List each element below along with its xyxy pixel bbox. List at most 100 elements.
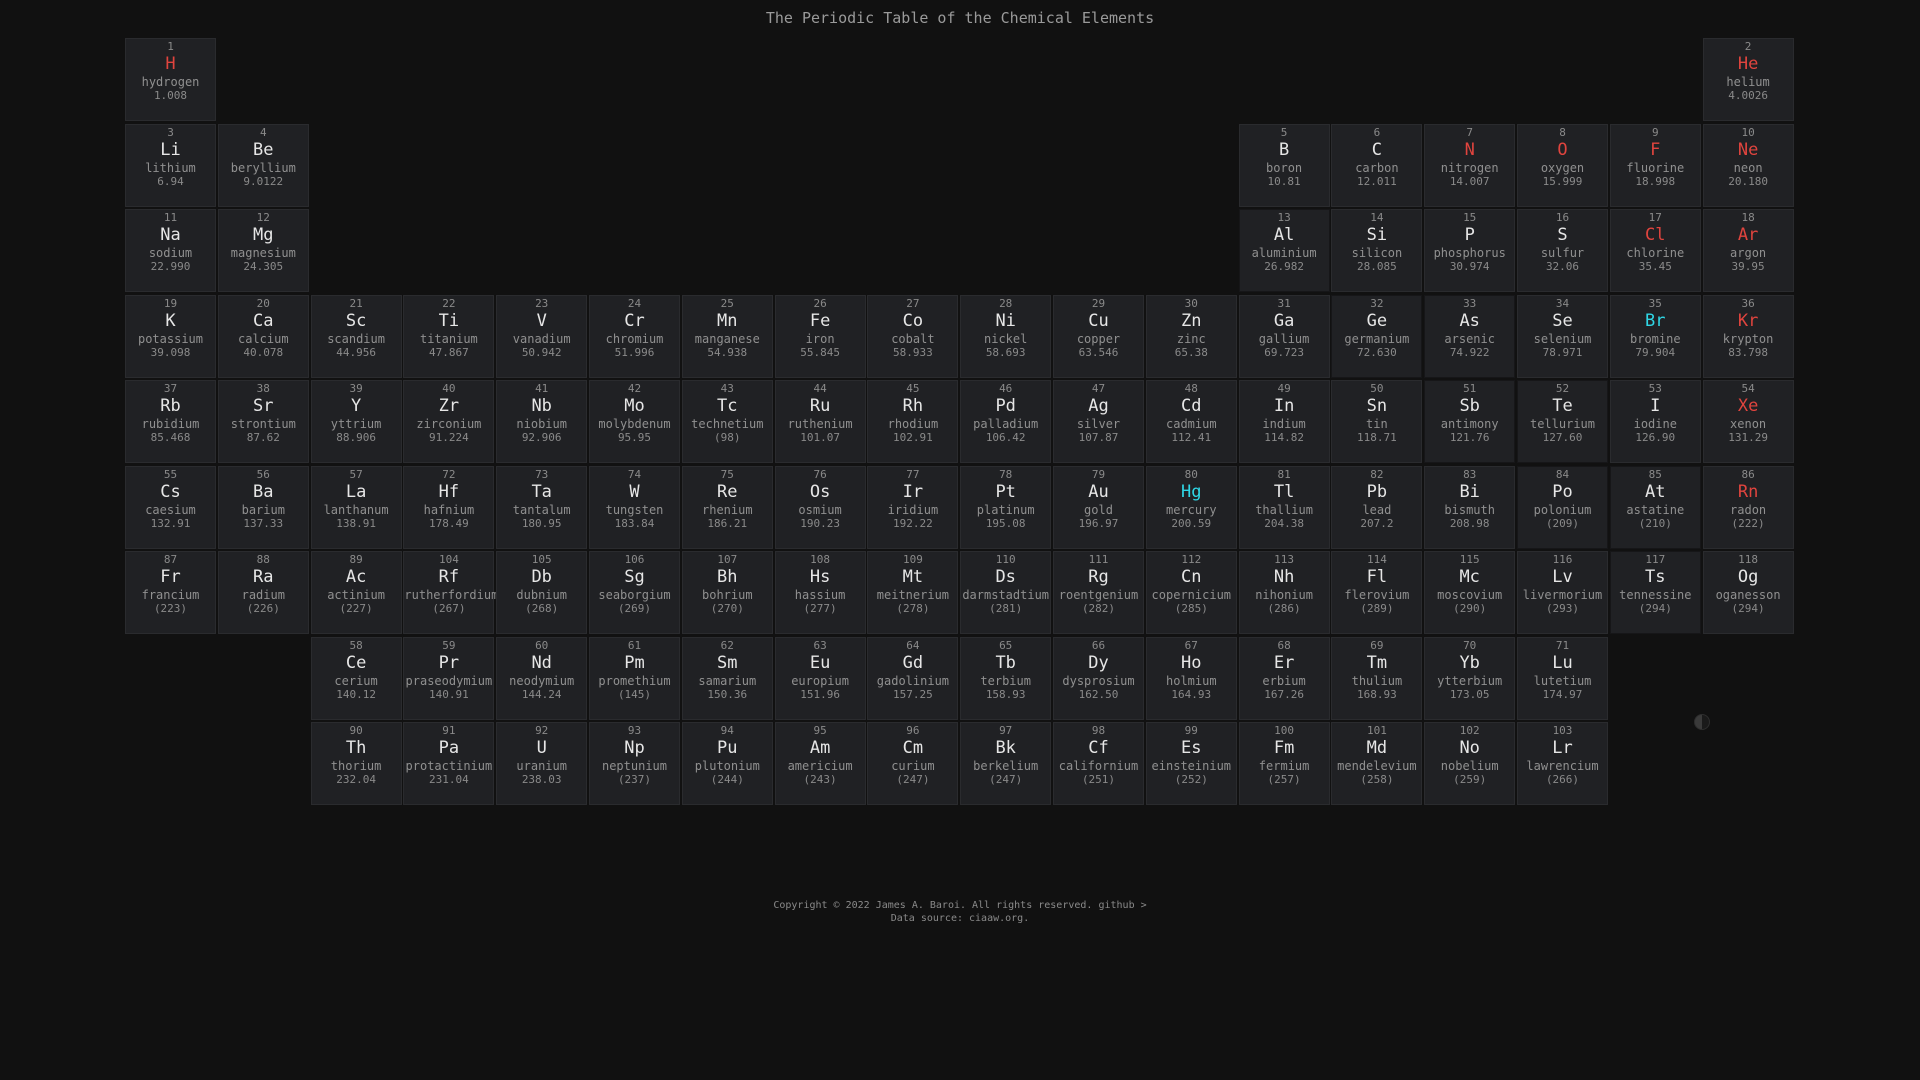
element-cell-tantalum[interactable]: 73 Ta tantalum 180.95 [496, 465, 588, 549]
element-cell-nihonium[interactable]: 113 Nh nihonium (286) [1238, 551, 1330, 634]
theme-toggle-icon[interactable] [1694, 714, 1710, 730]
element-cell-rhenium[interactable]: 75 Re rhenium 186.21 [681, 465, 773, 549]
element-cell-mercury[interactable]: 80 Hg mercury 200.59 [1145, 465, 1237, 549]
element-cell-bismuth[interactable]: 83 Bi bismuth 208.98 [1424, 465, 1516, 549]
element-cell-carbon[interactable]: 6 Ccarbon 12.011 [1331, 123, 1423, 207]
element-cell-flerovium[interactable]: 114 Fl flerovium (289) [1331, 551, 1423, 634]
element-cell-iridium[interactable]: 77 Ir iridium 192.22 [867, 465, 959, 549]
element-cell-yttrium[interactable]: 39 Yyttrium 88.906 [310, 380, 402, 463]
element-cell-lanthanum[interactable]: 57 La lanthanum 138.91 [310, 465, 402, 549]
element-cell-fermium[interactable]: 100 Fm fermium (257) [1238, 722, 1330, 805]
element-cell-livermorium[interactable]: 116 Lv livermorium (293) [1517, 551, 1608, 634]
element-cell-boron[interactable]: 5 Bboron 10.81 [1238, 123, 1330, 207]
element-cell-neodymium[interactable]: 60 Nd neodymium 144.24 [496, 636, 588, 720]
element-cell-protactinium[interactable]: 91 Pa protactinium 231.04 [403, 722, 495, 805]
element-cell-molybdenum[interactable]: 42 Mo molybdenum 95.95 [589, 380, 680, 463]
element-cell-strontium[interactable]: 38 Sr strontium 87.62 [217, 380, 309, 463]
element-cell-manganese[interactable]: 25 Mn manganese 54.938 [681, 294, 773, 378]
element-cell-cobalt[interactable]: 27 Co cobalt 58.933 [867, 294, 959, 378]
element-cell-nobelium[interactable]: 102 No nobelium (259) [1424, 722, 1516, 805]
element-cell-rhodium[interactable]: 45 Rh rhodium 102.91 [867, 380, 959, 463]
element-cell-samarium[interactable]: 62 Sm samarium 150.36 [681, 636, 773, 720]
element-cell-terbium[interactable]: 65 Tb terbium 158.93 [960, 636, 1052, 720]
element-cell-hafnium[interactable]: 72 Hf hafnium 178.49 [403, 465, 495, 549]
element-cell-moscovium[interactable]: 115 Mc moscovium (290) [1424, 551, 1516, 634]
element-cell-vanadium[interactable]: 23 Vvanadium 50.942 [496, 294, 588, 378]
element-cell-magnesium[interactable]: 12 Mg magnesium 24.305 [217, 209, 309, 292]
element-cell-lutetium[interactable]: 71 Lu lutetium 174.97 [1517, 636, 1608, 720]
element-cell-tennessine[interactable]: 117 Ts tennessine (294) [1609, 551, 1701, 634]
element-cell-cerium[interactable]: 58 Ce cerium 140.12 [310, 636, 402, 720]
element-cell-chlorine[interactable]: 17 Cl chlorine 35.45 [1609, 209, 1701, 292]
element-cell-iron[interactable]: 26 Fe iron 55.845 [774, 294, 866, 378]
element-cell-niobium[interactable]: 41 Nb niobium 92.906 [496, 380, 588, 463]
element-cell-roentgenium[interactable]: 111 Rg roentgenium (282) [1053, 551, 1144, 634]
element-cell-copernicium[interactable]: 112 Cn copernicium (285) [1145, 551, 1237, 634]
element-cell-bromine[interactable]: 35 Br bromine 79.904 [1609, 294, 1701, 378]
element-cell-antimony[interactable]: 51 Sb antimony 121.76 [1424, 380, 1516, 463]
element-cell-lithium[interactable]: 3 Li lithium 6.94 [125, 123, 216, 207]
element-cell-argon[interactable]: 18 Ar argon 39.95 [1702, 209, 1794, 292]
element-cell-krypton[interactable]: 36 Kr krypton 83.798 [1702, 294, 1794, 378]
element-cell-fluorine[interactable]: 9 Ffluorine 18.998 [1609, 123, 1701, 207]
element-cell-seaborgium[interactable]: 106 Sg seaborgium (269) [589, 551, 680, 634]
element-cell-tungsten[interactable]: 74 Wtungsten 183.84 [589, 465, 680, 549]
element-cell-calcium[interactable]: 20 Ca calcium 40.078 [217, 294, 309, 378]
element-cell-xenon[interactable]: 54 Xe xenon 131.29 [1702, 380, 1794, 463]
element-cell-technetium[interactable]: 43 Tc technetium (98) [681, 380, 773, 463]
element-cell-erbium[interactable]: 68 Er erbium 167.26 [1238, 636, 1330, 720]
element-cell-gadolinium[interactable]: 64 Gd gadolinium 157.25 [867, 636, 959, 720]
element-cell-thorium[interactable]: 90 Th thorium 232.04 [310, 722, 402, 805]
element-cell-bohrium[interactable]: 107 Bh bohrium (270) [681, 551, 773, 634]
element-cell-rubidium[interactable]: 37 Rb rubidium 85.468 [125, 380, 216, 463]
element-cell-praseodymium[interactable]: 59 Pr praseodymium 140.91 [403, 636, 495, 720]
element-cell-darmstadtium[interactable]: 110 Ds darmstadtium (281) [960, 551, 1052, 634]
element-cell-plutonium[interactable]: 94 Pu plutonium (244) [681, 722, 773, 805]
element-cell-selenium[interactable]: 34 Se selenium 78.971 [1517, 294, 1608, 378]
element-cell-americium[interactable]: 95 Am americium (243) [774, 722, 866, 805]
element-cell-promethium[interactable]: 61 Pm promethium (145) [589, 636, 680, 720]
element-cell-germanium[interactable]: 32 Ge germanium 72.630 [1331, 294, 1423, 378]
element-cell-sulfur[interactable]: 16 Ssulfur 32.06 [1517, 209, 1608, 292]
element-cell-aluminium[interactable]: 13 Al aluminium 26.982 [1238, 209, 1330, 292]
element-cell-chromium[interactable]: 24 Cr chromium 51.996 [589, 294, 680, 378]
element-cell-uranium[interactable]: 92 Uuranium 238.03 [496, 722, 588, 805]
element-cell-actinium[interactable]: 89 Ac actinium (227) [310, 551, 402, 634]
element-cell-cadmium[interactable]: 48 Cd cadmium 112.41 [1145, 380, 1237, 463]
element-cell-nitrogen[interactable]: 7 Nnitrogen 14.007 [1424, 123, 1516, 207]
element-cell-rutherfordium[interactable]: 104 Rf rutherfordium (267) [403, 551, 498, 634]
element-cell-sodium[interactable]: 11 Na sodium 22.990 [125, 209, 216, 292]
element-cell-lead[interactable]: 82 Pb lead 207.2 [1331, 465, 1423, 549]
element-cell-iodine[interactable]: 53 Iiodine 126.90 [1609, 380, 1701, 463]
element-cell-indium[interactable]: 49 In indium 114.82 [1238, 380, 1330, 463]
element-cell-mendelevium[interactable]: 101 Md mendelevium (258) [1331, 722, 1423, 805]
element-cell-oganesson[interactable]: 118 Og oganesson (294) [1702, 551, 1794, 634]
element-cell-palladium[interactable]: 46 Pd palladium 106.42 [960, 380, 1052, 463]
element-cell-neptunium[interactable]: 93 Np neptunium (237) [589, 722, 680, 805]
element-cell-dysprosium[interactable]: 66 Dy dysprosium 162.50 [1053, 636, 1144, 720]
element-cell-europium[interactable]: 63 Eu europium 151.96 [774, 636, 866, 720]
element-cell-thallium[interactable]: 81 Tl thallium 204.38 [1238, 465, 1330, 549]
element-cell-helium[interactable]: 2 He helium 4.0026 [1702, 38, 1794, 121]
element-cell-hassium[interactable]: 108 Hs hassium (277) [774, 551, 866, 634]
element-cell-neon[interactable]: 10 Ne neon 20.180 [1702, 123, 1794, 207]
element-cell-scandium[interactable]: 21 Sc scandium 44.956 [310, 294, 402, 378]
element-cell-curium[interactable]: 96 Cm curium (247) [867, 722, 959, 805]
element-cell-copper[interactable]: 29 Cu copper 63.546 [1053, 294, 1144, 378]
element-cell-gold[interactable]: 79 Au gold 196.97 [1053, 465, 1144, 549]
element-cell-platinum[interactable]: 78 Pt platinum 195.08 [960, 465, 1052, 549]
element-cell-holmium[interactable]: 67 Ho holmium 164.93 [1145, 636, 1237, 720]
element-cell-nickel[interactable]: 28 Ni nickel 58.693 [960, 294, 1052, 378]
element-cell-titanium[interactable]: 22 Ti titanium 47.867 [403, 294, 495, 378]
element-cell-caesium[interactable]: 55 Cs caesium 132.91 [125, 465, 216, 549]
element-cell-gallium[interactable]: 31 Ga gallium 69.723 [1238, 294, 1330, 378]
element-cell-berkelium[interactable]: 97 Bk berkelium (247) [960, 722, 1052, 805]
element-cell-silicon[interactable]: 14 Si silicon 28.085 [1331, 209, 1423, 292]
element-cell-einsteinium[interactable]: 99 Es einsteinium (252) [1145, 722, 1237, 805]
element-cell-zinc[interactable]: 30 Zn zinc 65.38 [1145, 294, 1237, 378]
element-cell-polonium[interactable]: 84 Po polonium (209) [1517, 465, 1608, 549]
element-cell-potassium[interactable]: 19 Kpotassium 39.098 [125, 294, 216, 378]
element-cell-zirconium[interactable]: 40 Zr zirconium 91.224 [403, 380, 495, 463]
element-cell-hydrogen[interactable]: 1 Hhydrogen 1.008 [125, 38, 216, 121]
element-cell-tin[interactable]: 50 Sn tin 118.71 [1331, 380, 1423, 463]
